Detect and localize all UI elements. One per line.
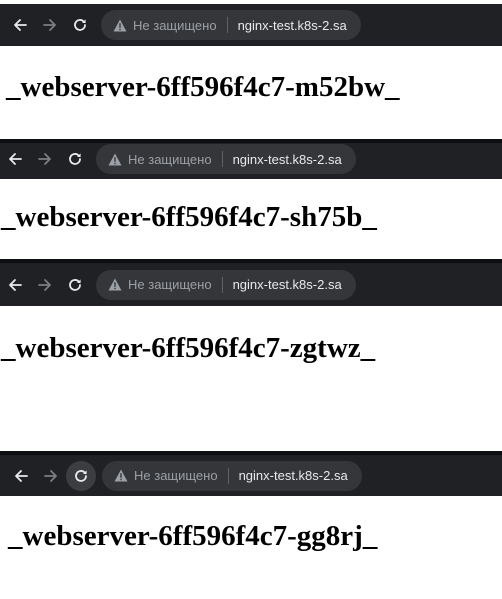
address-bar[interactable]: Не защищено nginx-test.k8s-2.sa [102,460,362,491]
address-bar[interactable]: Не защищено nginx-test.k8s-2.sa [96,269,356,300]
back-arrow-icon[interactable] [0,270,30,300]
page-content: _webserver-6ff596f4c7-gg8rj_ [0,496,502,599]
browser-snippet-2: Не защищено nginx-test.k8s-2.sa _webserv… [0,139,502,255]
pod-hostname: _webserver-6ff596f4c7-gg8rj_ [8,520,378,552]
reload-icon[interactable] [65,10,95,40]
browser-snippet-3: Не защищено nginx-test.k8s-2.sa _webserv… [0,259,502,394]
reload-icon[interactable] [66,460,96,491]
security-status-label: Не защищено [128,277,212,292]
browser-toolbar: Не защищено nginx-test.k8s-2.sa [0,451,502,496]
reload-icon[interactable] [60,144,90,174]
address-bar[interactable]: Не защищено nginx-test.k8s-2.sa [101,10,361,40]
reload-icon[interactable] [60,270,90,300]
forward-arrow-icon[interactable] [30,144,60,174]
warning-triangle-icon[interactable] [108,153,122,166]
forward-arrow-icon[interactable] [36,461,66,491]
url-text[interactable]: nginx-test.k8s-2.sa [239,468,348,483]
warning-triangle-icon[interactable] [108,278,122,291]
pod-hostname: _webserver-6ff596f4c7-m52bw_ [6,71,400,103]
security-status-label: Не защищено [133,17,217,33]
warning-triangle-icon[interactable] [113,19,127,32]
address-divider [227,467,229,484]
back-arrow-icon[interactable] [0,144,30,174]
security-status-label: Не защищено [128,151,212,167]
address-divider [221,151,223,167]
pod-hostname: _webserver-6ff596f4c7-sh75b_ [1,201,377,233]
warning-triangle-icon[interactable] [114,469,128,482]
security-status-label: Не защищено [134,468,218,483]
address-divider [226,17,228,33]
address-bar[interactable]: Не защищено nginx-test.k8s-2.sa [96,144,356,174]
browser-toolbar: Не защищено nginx-test.k8s-2.sa [0,4,502,46]
back-arrow-icon[interactable] [6,461,36,491]
browser-toolbar: Не защищено nginx-test.k8s-2.sa [0,259,502,306]
url-text[interactable]: nginx-test.k8s-2.sa [233,277,342,292]
pod-hostname: _webserver-6ff596f4c7-zgtwz_ [1,332,376,364]
forward-arrow-icon[interactable] [35,10,65,40]
back-arrow-icon[interactable] [5,10,35,40]
address-divider [221,276,223,293]
page-content: _webserver-6ff596f4c7-m52bw_ [0,46,502,128]
page-content: _webserver-6ff596f4c7-zgtwz_ [0,306,502,394]
browser-snippet-1: Не защищено nginx-test.k8s-2.sa _webserv… [0,0,502,128]
url-text[interactable]: nginx-test.k8s-2.sa [233,152,342,167]
browser-toolbar: Не защищено nginx-test.k8s-2.sa [0,139,502,179]
forward-arrow-icon[interactable] [30,270,60,300]
url-text[interactable]: nginx-test.k8s-2.sa [238,18,347,33]
page-content: _webserver-6ff596f4c7-sh75b_ [0,179,502,255]
browser-snippet-4: Не защищено nginx-test.k8s-2.sa _webserv… [0,451,502,599]
